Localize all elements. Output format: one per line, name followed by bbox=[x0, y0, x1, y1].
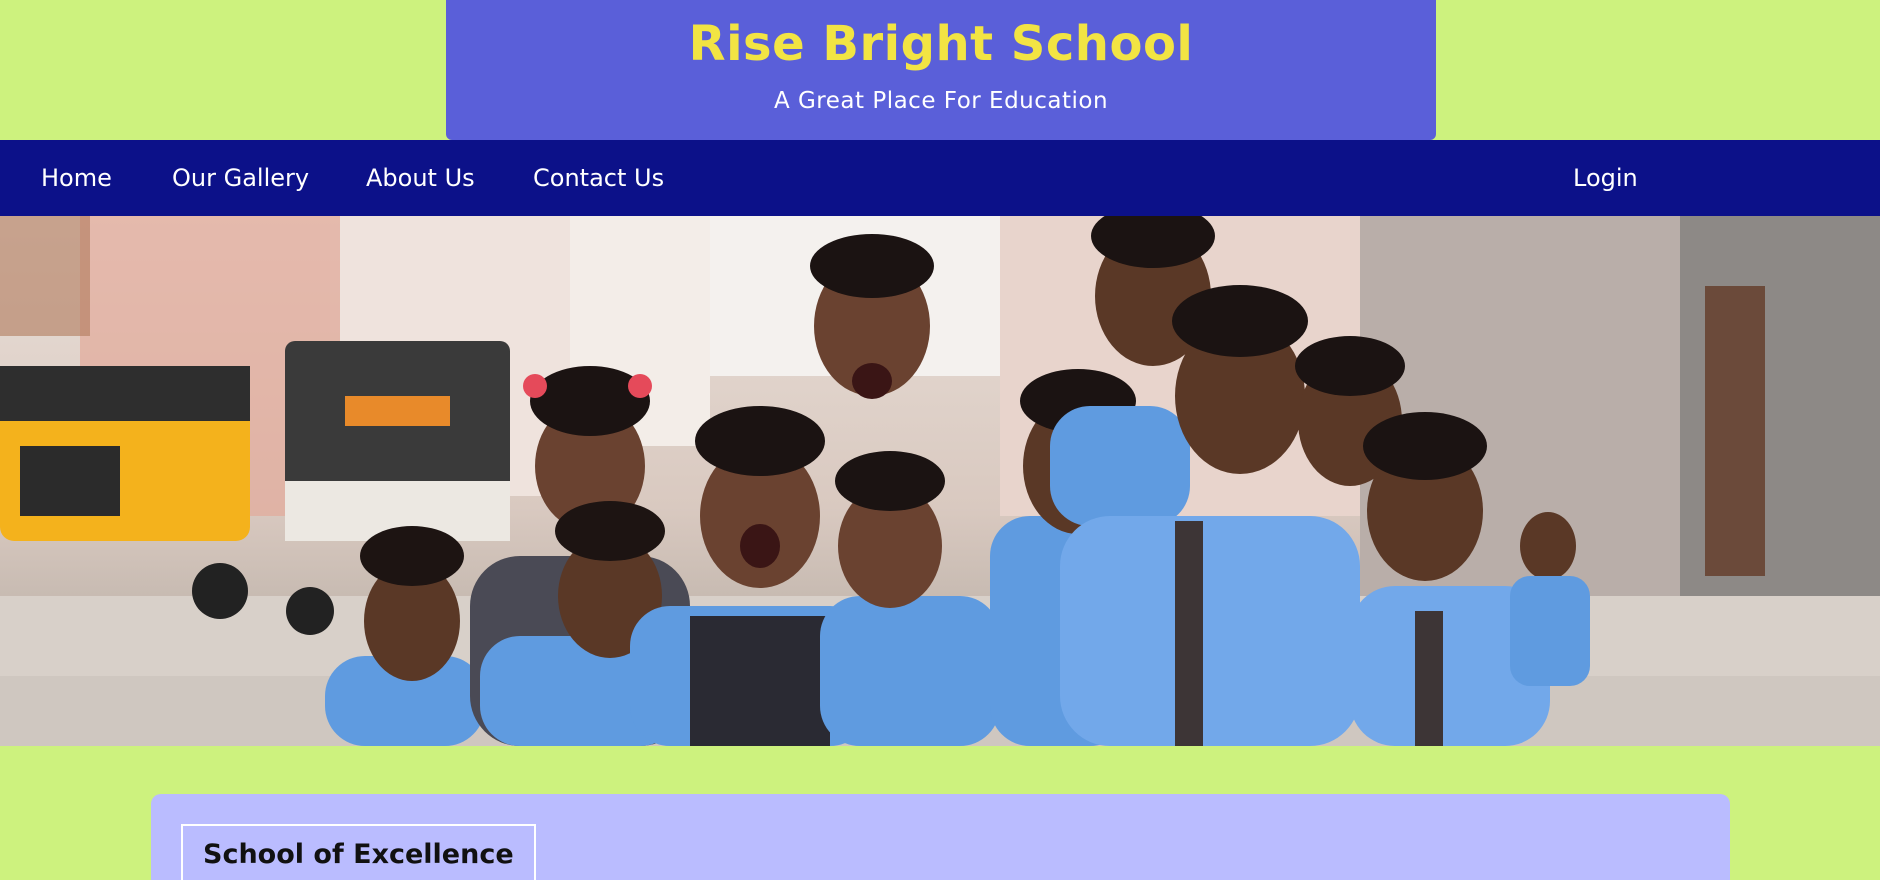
hero-image bbox=[0, 216, 1880, 746]
nav-contact-us[interactable]: Contact Us bbox=[533, 140, 664, 216]
nav-login[interactable]: Login bbox=[1573, 140, 1638, 216]
site-tagline: A Great Place For Education bbox=[773, 88, 1109, 114]
site-header: Rise Bright School A Great Place For Edu… bbox=[446, 0, 1436, 140]
site-title: Rise Bright School bbox=[688, 16, 1194, 72]
hero-illustration bbox=[0, 216, 1880, 746]
nav-about-us[interactable]: About Us bbox=[366, 140, 475, 216]
content-panel: School of Excellence bbox=[151, 794, 1730, 880]
nav-our-gallery[interactable]: Our Gallery bbox=[172, 140, 309, 216]
section-heading: School of Excellence bbox=[181, 824, 536, 880]
main-navbar: Home Our Gallery About Us Contact Us Log… bbox=[0, 140, 1880, 216]
nav-home[interactable]: Home bbox=[41, 140, 112, 216]
